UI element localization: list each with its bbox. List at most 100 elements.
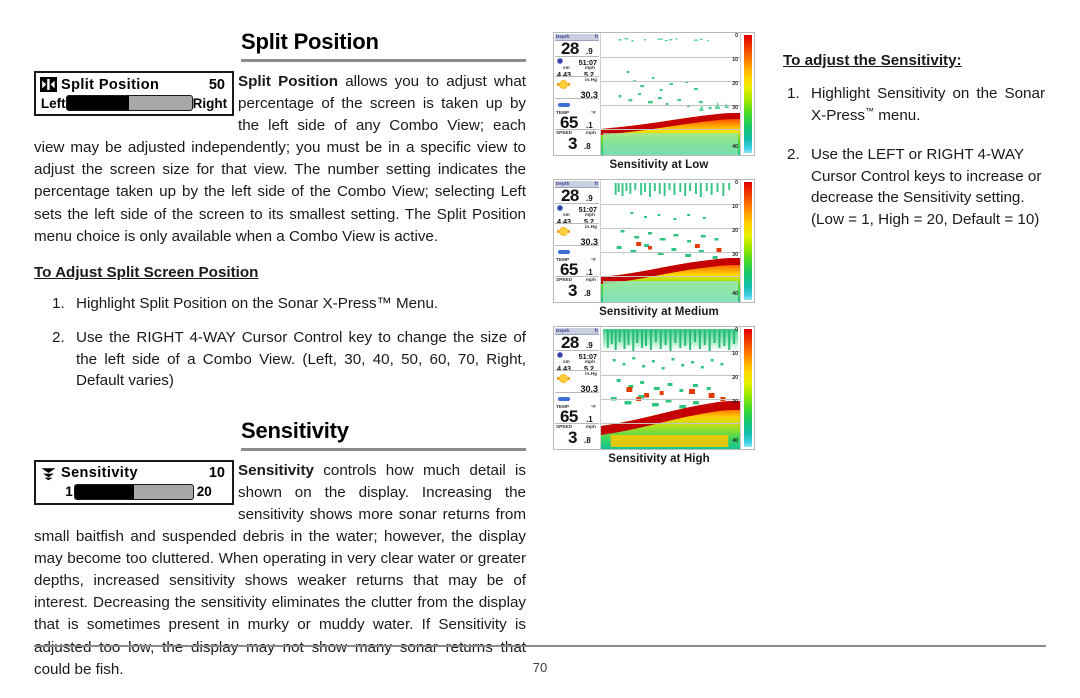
step-text: Highlight Sensitivity on the Sonar X-Pre…	[811, 83, 1045, 126]
page-title-split-position: Split Position	[241, 29, 379, 54]
depth-gridline	[601, 228, 740, 229]
speed-big-value: 3	[568, 134, 577, 153]
direction-arrow-icon	[558, 250, 570, 254]
split-slider-fill	[66, 96, 130, 110]
split-slider-right-label: Right	[192, 95, 228, 111]
list-item: 1. Highlight Split Position on the Sonar…	[34, 293, 526, 315]
speed-unit: mph	[586, 130, 596, 135]
panel-divider	[555, 350, 599, 351]
step-number: 2.	[52, 329, 65, 347]
step-number: 1.	[52, 294, 65, 312]
depth-unit: ft	[594, 328, 598, 334]
temp-unit: °F	[591, 404, 596, 409]
sonar-color-legend-bar	[740, 33, 754, 155]
sun-weather-icon	[557, 374, 570, 383]
split-position-heading-block: Split Position	[241, 30, 526, 57]
right-column: To adjust the Sensitivity: 1. Highlight …	[783, 52, 1045, 248]
figure-sensitivity-low: Depth ft 28 .9 51:07 sm mph 4.43 5.2 in.…	[553, 32, 765, 171]
sonar-screenshot-low: Depth ft 28 .9 51:07 sm mph 4.43 5.2 in.…	[553, 32, 755, 156]
left-column: Split Position Split Position 50 Left Ri…	[34, 30, 526, 693]
depth-tick: 0	[735, 33, 738, 39]
left-right-arrows-icon	[40, 77, 57, 92]
figures-column: Depth ft 28 .9 51:07 sm mph 4.43 5.2 in.…	[553, 32, 765, 473]
sonar-waterfall-low: 0 10 20 30 40	[601, 33, 740, 155]
sonar-waterfall-high: 0 10 20 30 40	[601, 327, 740, 449]
speed-unit: mph	[586, 277, 596, 282]
sensitivity-slider[interactable]	[73, 483, 194, 500]
list-item: 2. Use the LEFT or RIGHT 4-WAY Cursor Co…	[783, 144, 1045, 230]
panel-divider	[555, 203, 599, 204]
sonar-color-legend-bar	[740, 180, 754, 302]
heading-rule	[241, 59, 526, 62]
panel-divider	[555, 56, 599, 57]
sensitivity-widget-value: 10	[208, 465, 225, 482]
list-item: 1. Highlight Sensitivity on the Sonar X-…	[783, 83, 1045, 126]
split-widget-wrap: Split Position 50 Left Right	[34, 71, 238, 119]
panel-divider	[555, 392, 599, 393]
panel-divider	[555, 223, 599, 224]
figure-sensitivity-high: Depth ft 28 .9 51:07 sm mph 4.43 5.2 in.…	[553, 326, 765, 465]
depth-gridline	[601, 423, 740, 424]
sensitivity-widget-wrap: Sensitivity 10 1 20	[34, 459, 238, 510]
step-text: Use the LEFT or RIGHT 4-WAY Cursor Contr…	[811, 146, 1042, 228]
depth-tick: 20	[732, 228, 738, 234]
split-position-slider[interactable]	[65, 95, 193, 111]
depth-gridline	[601, 375, 740, 376]
panel-divider	[555, 98, 599, 99]
sonar-screenshot-high: Depth ft 28 .9 51:07 sm mph 4.43 5.2 in.…	[553, 326, 755, 450]
step-text: Highlight Split Position on the Sonar X-…	[76, 294, 439, 312]
sonar-data-panel: Depth ft 28 .9 51:07 sm mph 4.43 5.2 in.…	[554, 327, 601, 449]
panel-divider	[555, 370, 599, 371]
depth-decimal: .9	[586, 47, 593, 56]
distance-value: 4.43	[557, 70, 571, 79]
split-widget-label: Split Position	[61, 76, 160, 93]
depth-gridline	[601, 81, 740, 82]
depth-gridline	[601, 105, 740, 106]
direction-arrow-icon	[558, 103, 570, 107]
temp-unit: °F	[591, 110, 596, 115]
sensitivity-slider-fill	[74, 484, 134, 499]
depth-gridline	[601, 57, 740, 58]
depth-tick: 10	[732, 204, 738, 210]
sun-weather-icon	[557, 80, 570, 89]
pressure-unit-label: in.Hg	[585, 224, 597, 229]
color-gradient	[743, 35, 752, 153]
color-gradient	[743, 182, 752, 300]
sensitivity-widget-slider-row[interactable]: 1 20	[36, 483, 232, 503]
depth-tick: 10	[732, 57, 738, 63]
depth-unit: ft	[594, 181, 598, 187]
sonar-data-panel: Depth ft 28 .9 51:07 sm mph 4.43 5.2 in.…	[554, 180, 601, 302]
split-widget-title-row: Split Position 50	[36, 73, 232, 94]
depth-tick: 20	[732, 81, 738, 87]
step-text: Use the RIGHT 4-WAY Cursor Control key t…	[76, 329, 526, 390]
figure-caption: Sensitivity at Medium	[599, 306, 719, 318]
panel-divider	[555, 245, 599, 246]
speed-unit: mph	[586, 424, 596, 429]
sensitivity-paragraph-lead: Sensitivity	[238, 461, 314, 479]
step-text-a: Highlight Sensitivity on the Sonar X-Pre…	[811, 85, 1045, 124]
split-position-steps: 1. Highlight Split Position on the Sonar…	[34, 293, 526, 392]
sonar-color-legend-bar	[740, 327, 754, 449]
figure-caption: Sensitivity at High	[608, 453, 710, 465]
depth-tick: 40	[732, 291, 738, 297]
split-widget-value: 50	[208, 76, 225, 93]
depth-tick: 0	[735, 327, 738, 333]
split-position-subheading: To Adjust Split Screen Position	[34, 263, 259, 281]
list-item: 2. Use the RIGHT 4-WAY Cursor Control ke…	[34, 327, 526, 392]
split-position-menu-widget[interactable]: Split Position 50 Left Right	[34, 71, 234, 116]
speed-decimal: .8	[584, 436, 591, 445]
footer-divider	[34, 645, 1046, 647]
split-widget-slider-row[interactable]: Left Right	[36, 94, 232, 114]
depth-tick: 20	[732, 375, 738, 381]
sonar-trace-low	[601, 33, 740, 155]
sun-weather-icon	[557, 227, 570, 236]
sensitivity-menu-widget[interactable]: Sensitivity 10 1 20	[34, 459, 234, 505]
depth-gridline	[601, 399, 740, 400]
clock-icon	[557, 205, 563, 211]
figure-caption: Sensitivity at Low	[609, 159, 709, 171]
speed-big-value: 3	[568, 281, 577, 300]
sonar-waves-icon	[41, 467, 56, 480]
sensitivity-slider-max-label: 20	[196, 484, 212, 500]
depth-decimal: .9	[586, 341, 593, 350]
sonar-waterfall-medium: 0 10 20 30 40	[601, 180, 740, 302]
